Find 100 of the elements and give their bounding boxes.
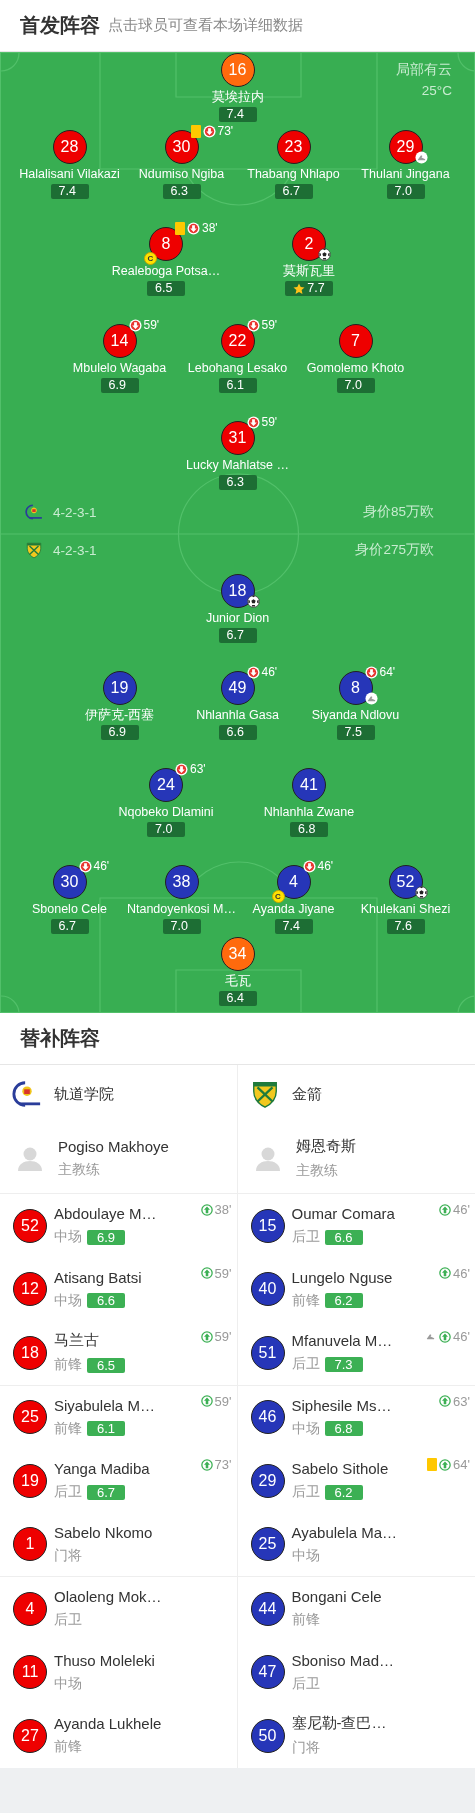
player-rating: 6.6 [324,1229,363,1245]
player-position: 前锋 [54,1419,82,1438]
player-name: Thuso Moleleki [54,1651,155,1669]
player-rating: 7.4 [50,184,89,199]
coach-role: 主教练 [295,1161,339,1180]
coach-name: Pogiso Makhoye [58,1137,169,1155]
player-rating: 7.5 [336,725,375,740]
substitution-off-icon [246,318,260,332]
player-number[interactable]: 22 [220,324,255,358]
substitution-minute: 46' [93,859,110,873]
player-number[interactable]: 29 [388,130,423,164]
substitution-on-icon [439,1395,452,1407]
player-number[interactable]: 24 [149,768,183,802]
player-rating: 6.6 [218,725,257,740]
substitution-on-icon [200,1458,213,1471]
player-number[interactable]: 11 [13,1655,47,1690]
player-name: Halalisani Vilakazi [19,167,120,182]
substitution-on-icon [439,1267,452,1279]
player-name: Junior Dion [205,611,270,626]
player-number[interactable]: 18 [13,1335,47,1370]
player-number[interactable]: 1 [13,1527,47,1562]
player-rating: 6.2 [324,1293,363,1309]
player-rating: 6.2 [324,1484,363,1500]
substitution-minute: 46' [453,1329,470,1344]
player-name: Lungelo Nguse [291,1268,393,1286]
player-number[interactable]: 52 [13,1208,47,1243]
player-number[interactable]: 25 [250,1527,285,1562]
player-rating: 6.7 [274,184,313,199]
player-position: 前锋 [54,1738,82,1757]
substitution-on-icon [200,1203,213,1216]
substitution-on-icon [439,1330,452,1343]
player-number[interactable]: 2 [292,227,326,261]
player-number[interactable]: 4 [13,1591,47,1626]
section-hint: 点击球员可查看本场详细数据 [108,16,303,35]
player-rating: 6.7 [50,919,89,934]
player-number[interactable]: 30 [52,865,87,899]
player-number[interactable]: 15 [250,1208,285,1243]
player-number[interactable]: 49 [220,671,255,705]
player-number[interactable]: 41 [292,768,326,802]
player-name: Sbonelo Cele [31,902,108,917]
player-number[interactable]: 14 [102,324,137,358]
player-number[interactable]: 40 [250,1272,285,1307]
substitution-on-icon [200,1395,213,1407]
player-rating: 7.4 [274,919,313,934]
player-name: Ayabulela Ma… [291,1523,398,1541]
team-logo [12,1079,42,1109]
substitution-off-icon [246,415,260,429]
substitution-minute: 59' [143,318,160,332]
player-number[interactable]: 28 [52,130,87,164]
substitution-minute: 38' [214,1202,232,1217]
player-rating: 6.3 [218,475,257,490]
player-rating: 6.5 [147,281,185,296]
player-name: Olaoleng Mok… [54,1588,162,1606]
player-number[interactable]: 29 [250,1463,285,1498]
player-number[interactable]: 34 [220,937,255,971]
substitution-minute: 63' [190,762,206,776]
player-name: Gomolemo Khoto [306,361,405,376]
player-number[interactable]: 51 [250,1335,285,1370]
substitution-off-icon [202,124,216,138]
player-name: Sboniso Mad… [291,1651,395,1669]
player-number[interactable]: 19 [102,671,137,705]
substitution-minute: 63' [453,1393,470,1409]
player-number[interactable]: 38 [164,865,199,899]
player-rating: 6.3 [162,184,201,199]
player-number[interactable]: 16 [220,53,255,87]
booking-card-icon [427,1458,438,1471]
player-number[interactable]: 23 [276,130,311,164]
substitution-off-icon [302,859,316,873]
substitution-minute: 38' [202,221,218,235]
player-number[interactable]: 31 [220,421,255,455]
player-number[interactable]: 7 [338,324,373,358]
player-name: Ndumiso Ngiba [138,167,225,182]
ball-icon [414,886,428,899]
player-name: Ntandoyenkosi M… [126,902,237,917]
player-name: Lebohang Lesako [187,361,288,376]
player-number[interactable]: 30 [164,130,199,164]
substitution-minute: 46' [453,1202,470,1217]
player-number[interactable]: 47 [250,1655,285,1690]
player-number[interactable]: 19 [13,1463,47,1498]
player-number[interactable]: 25 [13,1400,47,1435]
player-rating: 6.5 [87,1357,126,1373]
player-name: 伊萨克-西塞 [84,708,155,723]
substitution-off-icon [128,318,142,332]
player-position: 前锋 [291,1611,320,1630]
player-name: Thabang Nhlapo [247,167,340,182]
player-number[interactable]: 27 [13,1718,47,1753]
player-number[interactable]: 50 [250,1718,285,1753]
player-number[interactable]: 8 [338,671,373,705]
player-name: Sabelo Sithole [291,1460,389,1478]
substitution-minute: 59' [261,318,278,332]
player-number[interactable]: 18 [220,574,255,608]
player-name: Ayanda Lukhele [54,1715,162,1733]
player-number[interactable]: 46 [250,1400,285,1435]
player-rating: 7.0 [147,822,185,837]
player-name: Thulani Jingana [361,167,450,182]
player-position: 后卫 [54,1611,82,1630]
player-number[interactable]: 52 [388,865,423,899]
player-number[interactable]: 44 [250,1591,285,1626]
substitution-off-icon [364,665,378,679]
player-number[interactable]: 12 [13,1272,47,1307]
